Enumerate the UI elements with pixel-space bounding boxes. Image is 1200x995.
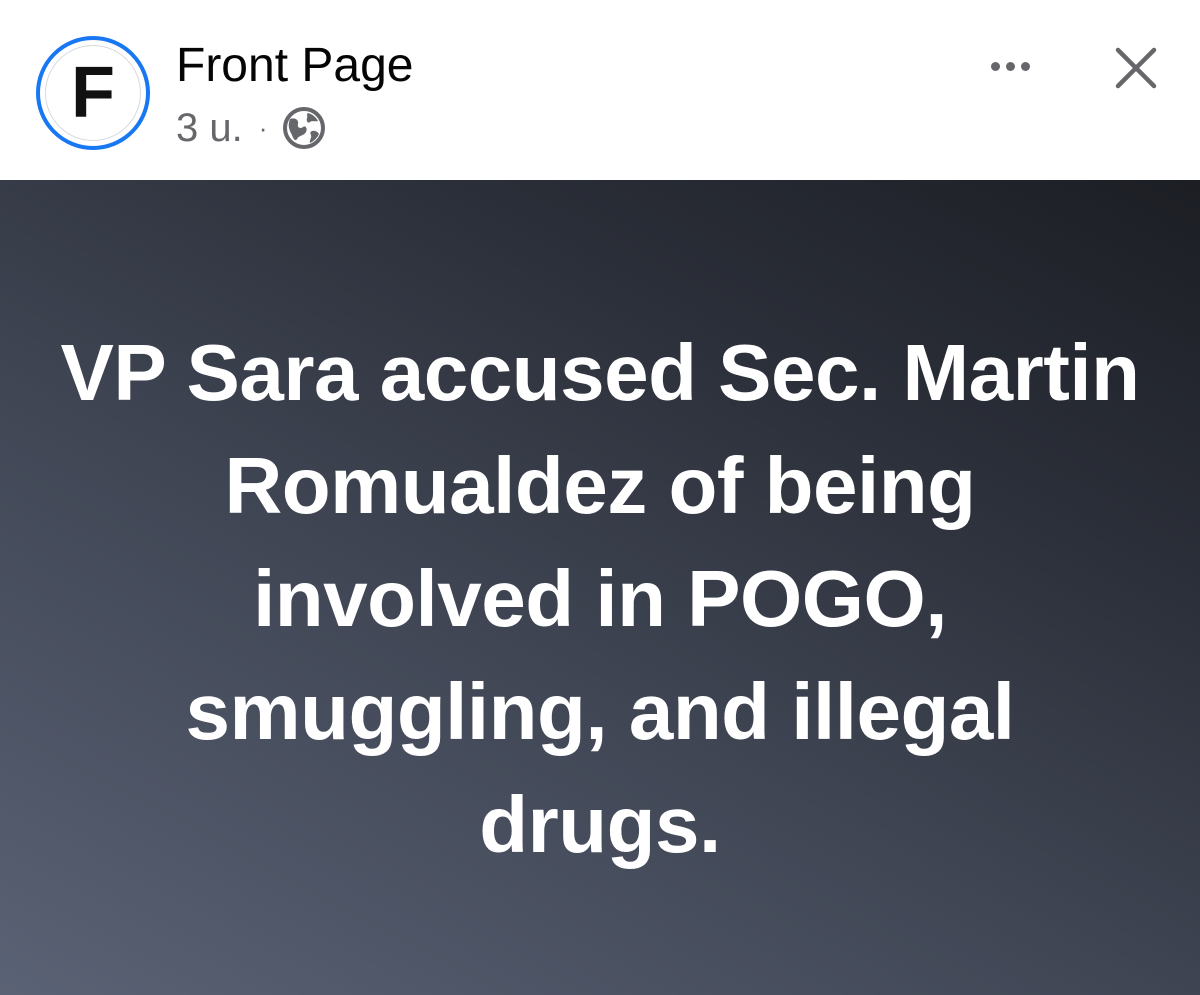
post-header: F Front Page 3 u. · <box>0 0 1200 180</box>
avatar-letter: F <box>71 53 115 133</box>
facebook-post: F Front Page 3 u. · VP Sara accused Sec.… <box>0 0 1200 995</box>
page-name-link[interactable]: Front Page <box>176 38 413 94</box>
more-options-button[interactable] <box>978 40 1042 92</box>
close-button[interactable] <box>1108 40 1164 96</box>
post-meta: 3 u. · <box>176 104 327 152</box>
globe-icon[interactable] <box>281 105 327 151</box>
more-horizontal-icon-dot <box>1005 61 1015 71</box>
post-text-background: VP Sara accused Sec. Martin Romualdez of… <box>0 180 1200 995</box>
meta-separator: · <box>258 112 268 143</box>
page-avatar[interactable]: F <box>36 36 150 150</box>
post-text: VP Sara accused Sec. Martin Romualdez of… <box>60 328 1140 869</box>
post-timestamp[interactable]: 3 u. <box>176 106 243 151</box>
close-icon <box>1115 47 1157 89</box>
more-horizontal-icon-dot <box>990 61 1000 71</box>
more-horizontal-icon-dot <box>1020 61 1030 71</box>
avatar-logo: F <box>45 45 141 141</box>
